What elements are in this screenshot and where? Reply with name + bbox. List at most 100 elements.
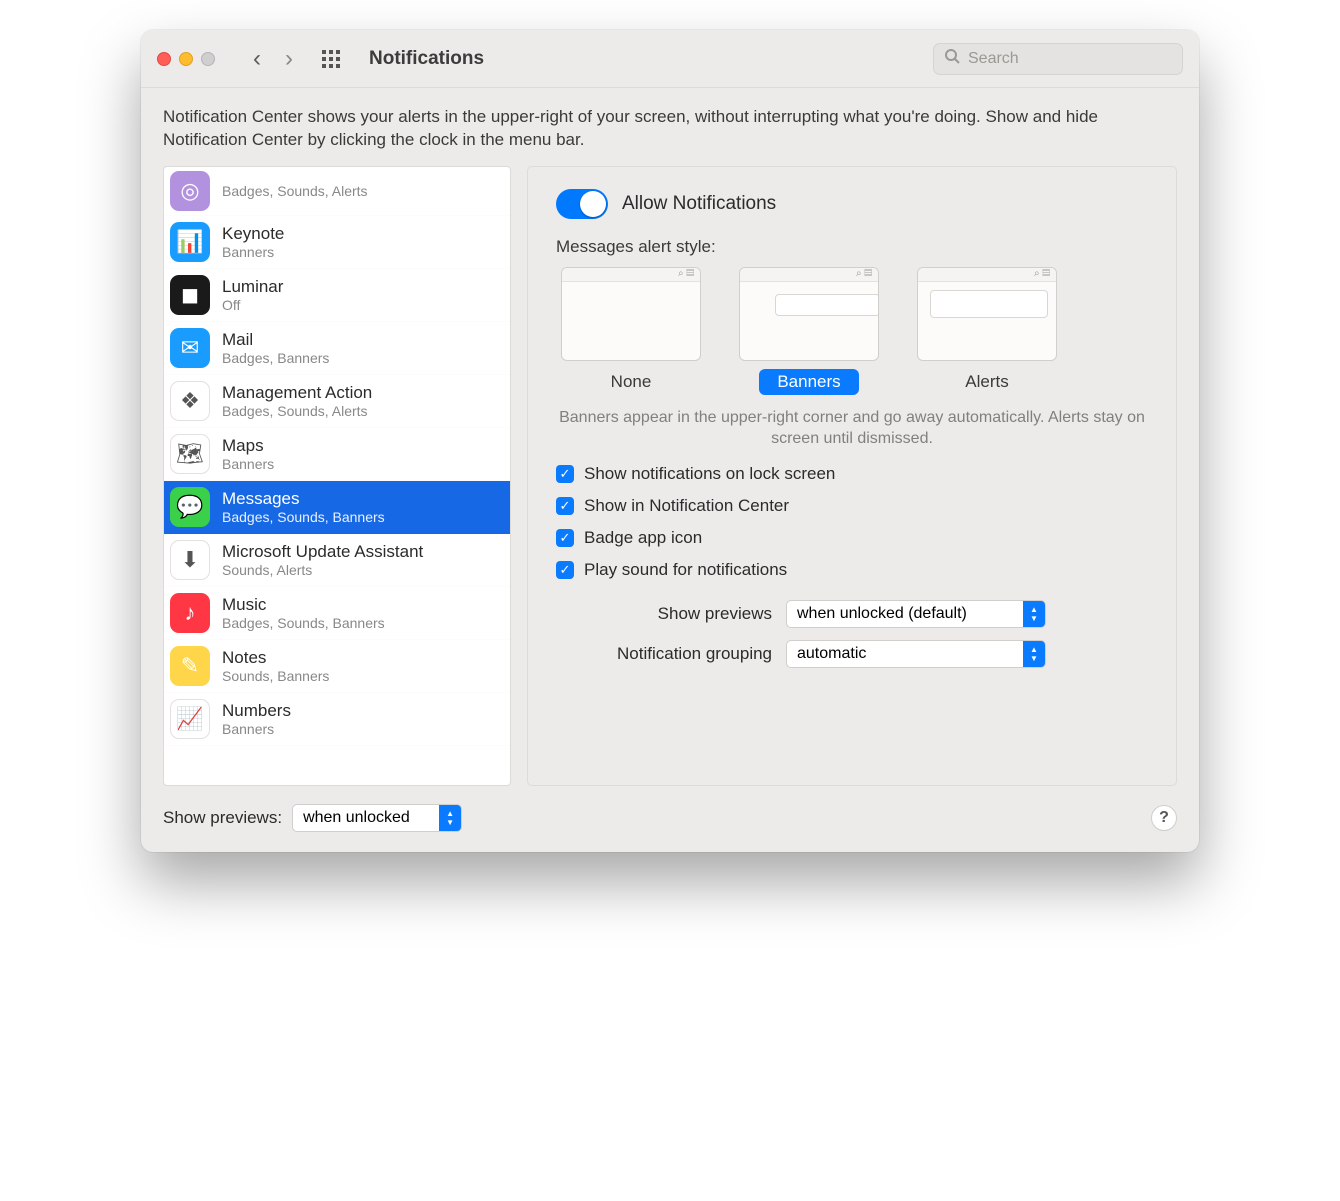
close-window-button[interactable] (157, 52, 171, 66)
zoom-window-button[interactable] (201, 52, 215, 66)
app-sub: Badges, Banners (222, 350, 329, 366)
alert-style-label: None (593, 369, 670, 395)
app-sub: Banners (222, 721, 291, 737)
preferences-window: ‹ › Notifications Search Notification Ce… (141, 30, 1199, 852)
app-icon: ◎ (170, 171, 210, 211)
footer-previews-value: when unlocked (303, 809, 410, 827)
search-input[interactable]: Search (933, 43, 1183, 75)
notification-options: ✓Show notifications on lock screen✓Show … (556, 464, 1148, 580)
check-show-notifications-on-lock-screen[interactable]: ✓Show notifications on lock screen (556, 464, 1148, 484)
app-text: Badges, Sounds, Alerts (222, 183, 368, 199)
traffic-lights (157, 52, 215, 66)
notification-selects: Show previews when unlocked (default) ▲▼… (556, 600, 1148, 668)
minimize-window-button[interactable] (179, 52, 193, 66)
check-play-sound-for-notifications[interactable]: ✓ Play sound for notifications (556, 560, 1148, 580)
app-row-notes[interactable]: ✎ NotesSounds, Banners (164, 640, 510, 693)
app-row-management-action[interactable]: ❖Management ActionBadges, Sounds, Alerts (164, 375, 510, 428)
app-sub: Off (222, 297, 283, 313)
alert-style-preview (917, 267, 1057, 361)
app-icon: 🗺 (170, 434, 210, 474)
app-name: Microsoft Update Assistant (222, 542, 423, 562)
allow-notifications-row: Allow Notifications (556, 189, 1148, 219)
alert-style-none[interactable]: None (556, 267, 706, 395)
back-button[interactable]: ‹ (253, 45, 261, 73)
app-text: MailBadges, Banners (222, 330, 329, 366)
app-name: Luminar (222, 277, 283, 297)
allow-notifications-toggle[interactable] (556, 189, 608, 219)
page-title: Notifications (369, 48, 484, 70)
footer-previews-dropdown[interactable]: when unlocked ▲▼ (292, 804, 462, 832)
app-row-luminar[interactable]: ◼ LuminarOff (164, 269, 510, 322)
app-icon: 📊 (170, 222, 210, 262)
checkbox-checked-icon: ✓ (556, 465, 574, 483)
app-name: Mail (222, 330, 329, 350)
check-label: Show in Notification Center (584, 496, 789, 516)
body: Notification Center shows your alerts in… (141, 88, 1199, 852)
footer-previews-label: Show previews: (163, 808, 282, 828)
app-text: Microsoft Update AssistantSounds, Alerts (222, 542, 423, 578)
app-sub: Badges, Sounds, Alerts (222, 183, 368, 199)
app-icon: ✉ (170, 328, 210, 368)
app-row-microsoft-update-assistant[interactable]: ⬇ Microsoft Update AssistantSounds, Alert… (164, 534, 510, 587)
app-text: KeynoteBanners (222, 224, 284, 260)
app-text: MusicBadges, Sounds, Banners (222, 595, 385, 631)
alert-style-title: Messages alert style: (556, 237, 1148, 257)
app-row-maps[interactable]: 🗺 MapsBanners (164, 428, 510, 481)
detail-panel: Allow Notifications Messages alert style… (527, 166, 1177, 786)
app-name: Keynote (222, 224, 284, 244)
forward-button[interactable]: › (285, 45, 293, 73)
app-name: Notes (222, 648, 329, 668)
app-icon: 📈 (170, 699, 210, 739)
show-previews-row: Show previews when unlocked (default) ▲▼ (556, 600, 1148, 628)
grouping-dropdown[interactable]: automatic ▲▼ (786, 640, 1046, 668)
app-sub: Sounds, Banners (222, 668, 329, 684)
alert-style-label: Banners (759, 369, 858, 395)
app-icon: ✎ (170, 646, 210, 686)
nav-arrows: ‹ › (253, 45, 293, 73)
app-icon: ♪ (170, 593, 210, 633)
show-all-grid-icon[interactable] (321, 49, 341, 69)
app-icon: ⬇ (170, 540, 210, 580)
app-sub: Banners (222, 456, 274, 472)
check-show-in-notification-center[interactable]: ✓Show in Notification Center (556, 496, 1148, 516)
checkbox-checked-icon: ✓ (556, 561, 574, 579)
app-row-mail[interactable]: ✉ MailBadges, Banners (164, 322, 510, 375)
app-sub: Badges, Sounds, Banners (222, 509, 385, 525)
check-label: Badge app icon (584, 528, 702, 548)
grouping-value: automatic (797, 645, 866, 663)
app-name: Maps (222, 436, 274, 456)
grouping-row: Notification grouping automatic ▲▼ (556, 640, 1148, 668)
help-button[interactable]: ? (1151, 805, 1177, 831)
show-previews-value: when unlocked (default) (797, 605, 967, 623)
alert-style-label: Alerts (947, 369, 1026, 395)
app-row-messages[interactable]: 💬MessagesBadges, Sounds, Banners (164, 481, 510, 534)
check-badge-app-icon[interactable]: ✓ Badge app icon (556, 528, 1148, 548)
allow-notifications-label: Allow Notifications (622, 193, 776, 215)
app-text: MapsBanners (222, 436, 274, 472)
columns: ◎Badges, Sounds, Alerts📊KeynoteBanners◼L… (163, 166, 1177, 786)
alert-style-note: Banners appear in the upper-right corner… (556, 407, 1148, 450)
alert-style-banners[interactable]: Banners (734, 267, 884, 395)
checkbox-checked-icon: ✓ (556, 529, 574, 547)
show-previews-dropdown[interactable]: when unlocked (default) ▲▼ (786, 600, 1046, 628)
app-text: LuminarOff (222, 277, 283, 313)
app-icon: ◼ (170, 275, 210, 315)
app-text: NumbersBanners (222, 701, 291, 737)
app-row-music[interactable]: ♪ MusicBadges, Sounds, Banners (164, 587, 510, 640)
app-icon: ❖ (170, 381, 210, 421)
app-row-numbers[interactable]: 📈 NumbersBanners (164, 693, 510, 746)
app-row-keynote[interactable]: 📊 KeynoteBanners (164, 216, 510, 269)
app-name: Music (222, 595, 385, 615)
app-name: Messages (222, 489, 385, 509)
alert-style-options: None Banners Alerts (556, 267, 1148, 395)
search-icon (944, 48, 960, 69)
check-label: Play sound for notifications (584, 560, 787, 580)
app-row-unknown[interactable]: ◎ Badges, Sounds, Alerts (164, 167, 510, 216)
app-text: NotesSounds, Banners (222, 648, 329, 684)
show-previews-label: Show previews (556, 604, 772, 624)
app-list[interactable]: ◎Badges, Sounds, Alerts📊KeynoteBanners◼L… (163, 166, 511, 786)
intro-text: Notification Center shows your alerts in… (163, 106, 1177, 152)
dropdown-arrows-icon: ▲▼ (1023, 601, 1045, 627)
app-sub: Banners (222, 244, 284, 260)
alert-style-alerts[interactable]: Alerts (912, 267, 1062, 395)
